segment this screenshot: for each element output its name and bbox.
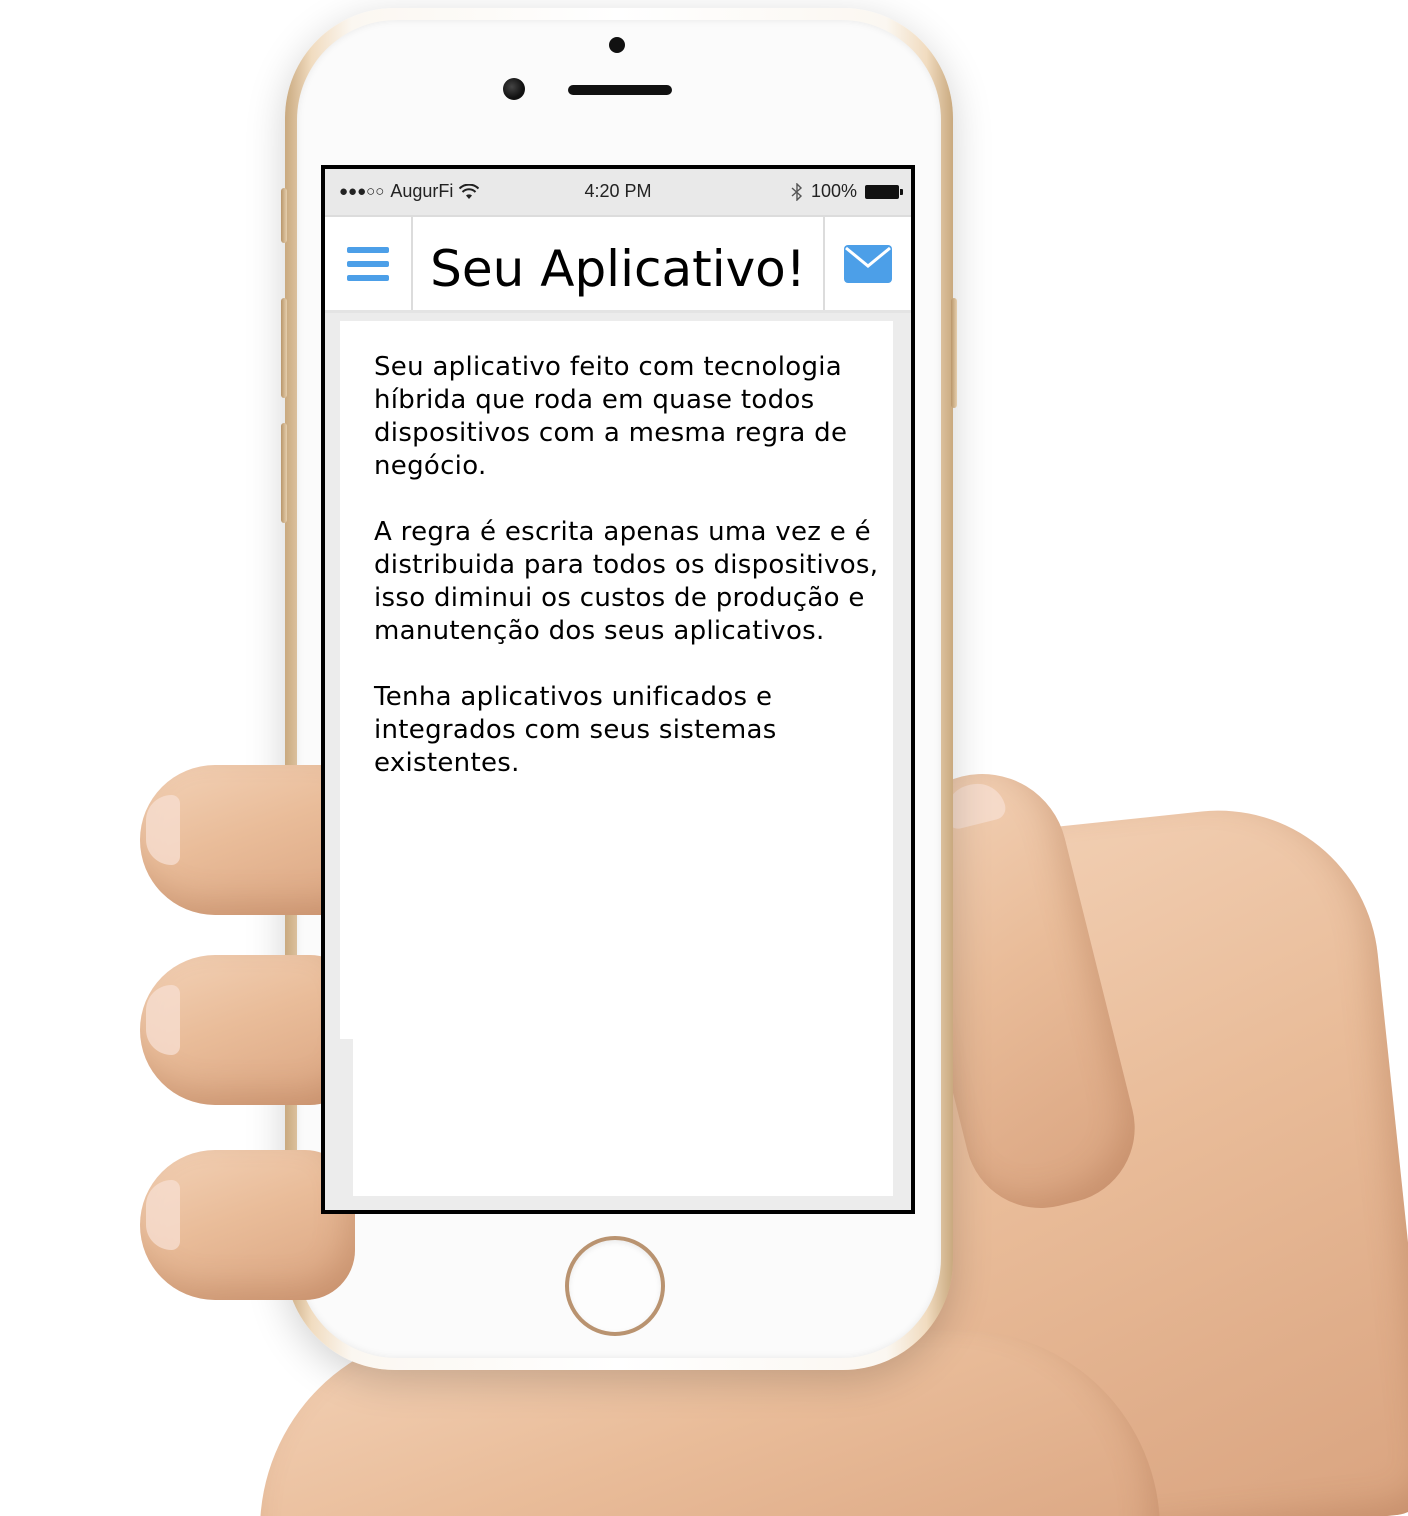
status-bar: ●●●○○ AugurFi 4:20 PM 100% bbox=[325, 169, 911, 215]
earpiece-speaker bbox=[568, 85, 672, 95]
app-header: Seu Aplicativo! bbox=[325, 215, 911, 313]
battery-icon bbox=[865, 184, 903, 199]
app-viewport: ●●●○○ AugurFi 4:20 PM 100% Seu Aplicativ… bbox=[325, 169, 911, 1210]
camera-lens-icon bbox=[503, 78, 525, 100]
finger-nail bbox=[146, 1180, 180, 1250]
home-button[interactable] bbox=[565, 1236, 665, 1336]
status-right: 100% bbox=[791, 181, 903, 202]
paragraph-intro: Seu aplicativo feito com tecnologia híbr… bbox=[374, 352, 848, 481]
content-text: Seu aplicativo feito com tecnologia híbr… bbox=[374, 351, 904, 813]
mockup-stage: ●●●○○ AugurFi 4:20 PM 100% Seu Aplicativ… bbox=[0, 0, 1408, 1516]
content-card-lower bbox=[353, 1033, 893, 1196]
mail-button[interactable] bbox=[823, 217, 911, 310]
finger-nail bbox=[146, 985, 180, 1055]
volume-up-button bbox=[281, 298, 287, 398]
mute-switch bbox=[281, 188, 287, 243]
paragraph-integration: Tenha aplicativos unificados e integrado… bbox=[374, 682, 777, 778]
power-button bbox=[951, 298, 957, 408]
envelope-icon bbox=[844, 244, 892, 283]
finger-nail bbox=[146, 795, 180, 865]
bluetooth-icon bbox=[791, 182, 802, 201]
content-area: Seu aplicativo feito com tecnologia híbr… bbox=[325, 313, 911, 1210]
volume-down-button bbox=[281, 423, 287, 523]
paragraph-rule: A regra é escrita apenas uma vez e é dis… bbox=[374, 517, 879, 646]
phone-screen: ●●●○○ AugurFi 4:20 PM 100% Seu Aplicativ… bbox=[321, 165, 915, 1214]
front-camera-icon bbox=[609, 37, 625, 53]
app-title: Seu Aplicativo! bbox=[430, 240, 806, 298]
hamburger-menu-icon bbox=[347, 246, 389, 281]
content-card: Seu aplicativo feito com tecnologia híbr… bbox=[340, 321, 893, 1039]
menu-button[interactable] bbox=[325, 217, 413, 310]
battery-percent: 100% bbox=[810, 181, 857, 201]
